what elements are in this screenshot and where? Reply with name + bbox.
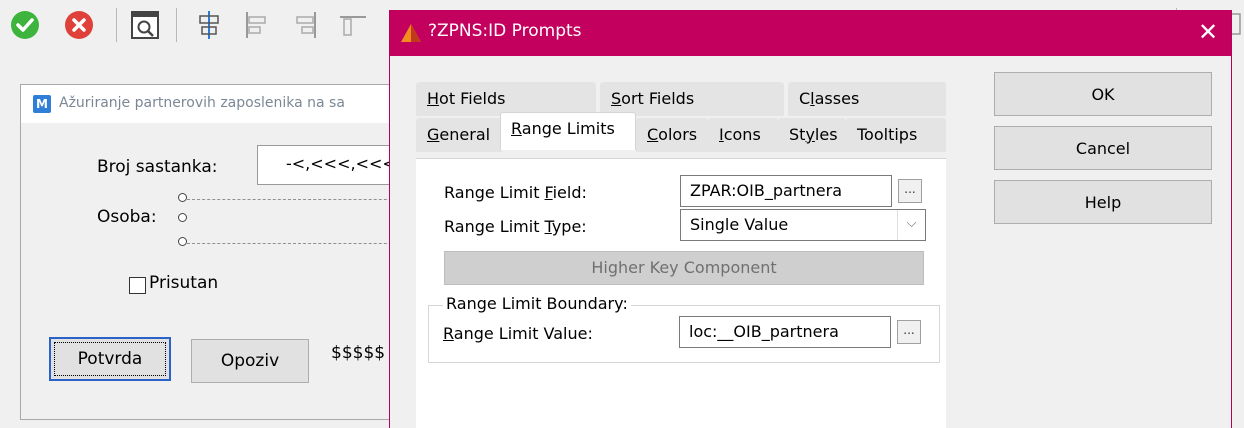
tab-hot-fields[interactable]: Hot Fields <box>416 82 596 116</box>
range-limit-boundary-legend: Range Limit Boundary: <box>443 294 631 313</box>
window-title: Ažuriranje partnerovih zaposlenika na sa <box>59 95 345 111</box>
background-form-window: M Ažuriranje partnerovih zaposlenika na … <box>20 84 407 420</box>
tab-control: Hot Fields Sort Fields Classes General R… <box>416 76 946 428</box>
resize-handle[interactable] <box>178 193 187 202</box>
tab-icons[interactable]: Icons <box>708 118 778 152</box>
tab-general[interactable]: General <box>416 118 502 152</box>
range-limits-tab-page: Range Limit Field: ZPAR:OIB_partnera ...… <box>416 158 946 428</box>
tab-styles[interactable]: Styles <box>778 118 846 152</box>
range-limit-field-label: Range Limit Field: <box>444 183 587 202</box>
close-icon[interactable]: ✕ <box>1185 10 1231 56</box>
preview-icon[interactable] <box>128 8 162 42</box>
ok-button[interactable]: OK <box>994 72 1212 116</box>
cancel-icon[interactable] <box>62 8 96 42</box>
tab-colors[interactable]: Colors <box>636 118 708 152</box>
window-titlebar: M Ažuriranje partnerovih zaposlenika na … <box>21 85 399 123</box>
range-limit-type-value: Single Value <box>690 215 789 234</box>
range-limit-value-label: Range Limit Value: <box>443 324 593 343</box>
tab-range-limits[interactable]: Range Limits <box>500 112 636 150</box>
range-limit-field-input[interactable]: ZPAR:OIB_partnera <box>680 175 892 207</box>
osoba-field-border <box>187 243 407 244</box>
tab-sort-fields[interactable]: Sort Fields <box>600 82 784 116</box>
id-prompts-dialog: ?ZPNS:ID Prompts ✕ Hot Fields Sort Field… <box>389 10 1232 428</box>
broj-sastanka-field[interactable]: -<,<<<,<<< <box>257 145 407 185</box>
currency-mask-text: $$$$$ <box>331 343 386 363</box>
prisutan-label: Prisutan <box>149 273 219 293</box>
range-limit-value-input[interactable]: loc:__OIB_partnera <box>679 316 891 348</box>
range-limit-field-lookup-button[interactable]: ... <box>898 179 922 203</box>
opoziv-button[interactable]: Opoziv <box>191 339 309 383</box>
toolbar-separator <box>116 8 117 42</box>
osoba-field-border <box>187 199 407 200</box>
clarion-app-icon <box>400 22 422 44</box>
app-logo-icon: M <box>33 95 51 113</box>
align-right-icon[interactable] <box>288 8 322 42</box>
help-button[interactable]: Help <box>994 180 1212 224</box>
resize-handle[interactable] <box>178 213 187 222</box>
align-center-icon[interactable] <box>192 8 226 42</box>
prisutan-checkbox[interactable] <box>129 277 146 294</box>
tab-classes[interactable]: Classes <box>788 82 946 116</box>
check-icon[interactable] <box>8 8 42 42</box>
osoba-label: Osoba: <box>97 207 157 227</box>
cancel-button[interactable]: Cancel <box>994 126 1212 170</box>
resize-handle[interactable] <box>178 237 187 246</box>
chevron-down-icon[interactable]: ⌵ <box>897 210 925 240</box>
tab-tooltips[interactable]: Tooltips <box>846 118 946 152</box>
potvrda-button-label: Potvrda <box>54 342 166 376</box>
dialog-titlebar: ?ZPNS:ID Prompts ✕ <box>390 10 1231 56</box>
range-limit-type-label: Range Limit Type: <box>444 217 587 236</box>
dialog-title: ?ZPNS:ID Prompts <box>428 21 582 41</box>
higher-key-component-button[interactable]: Higher Key Component <box>444 251 924 285</box>
align-top-icon[interactable] <box>336 8 370 42</box>
range-limit-value-lookup-button[interactable]: ... <box>897 320 921 344</box>
align-left-icon[interactable] <box>240 8 274 42</box>
toolbar-separator <box>176 8 177 42</box>
osoba-field-selection-handles[interactable] <box>178 193 187 246</box>
range-limit-boundary-group: Range Limit Boundary: Range Limit Value:… <box>428 294 940 363</box>
broj-sastanka-label: Broj sastanka: <box>97 157 218 177</box>
range-limit-type-select[interactable]: Single Value ⌵ <box>680 209 926 241</box>
potvrda-button[interactable]: Potvrda <box>49 337 171 381</box>
